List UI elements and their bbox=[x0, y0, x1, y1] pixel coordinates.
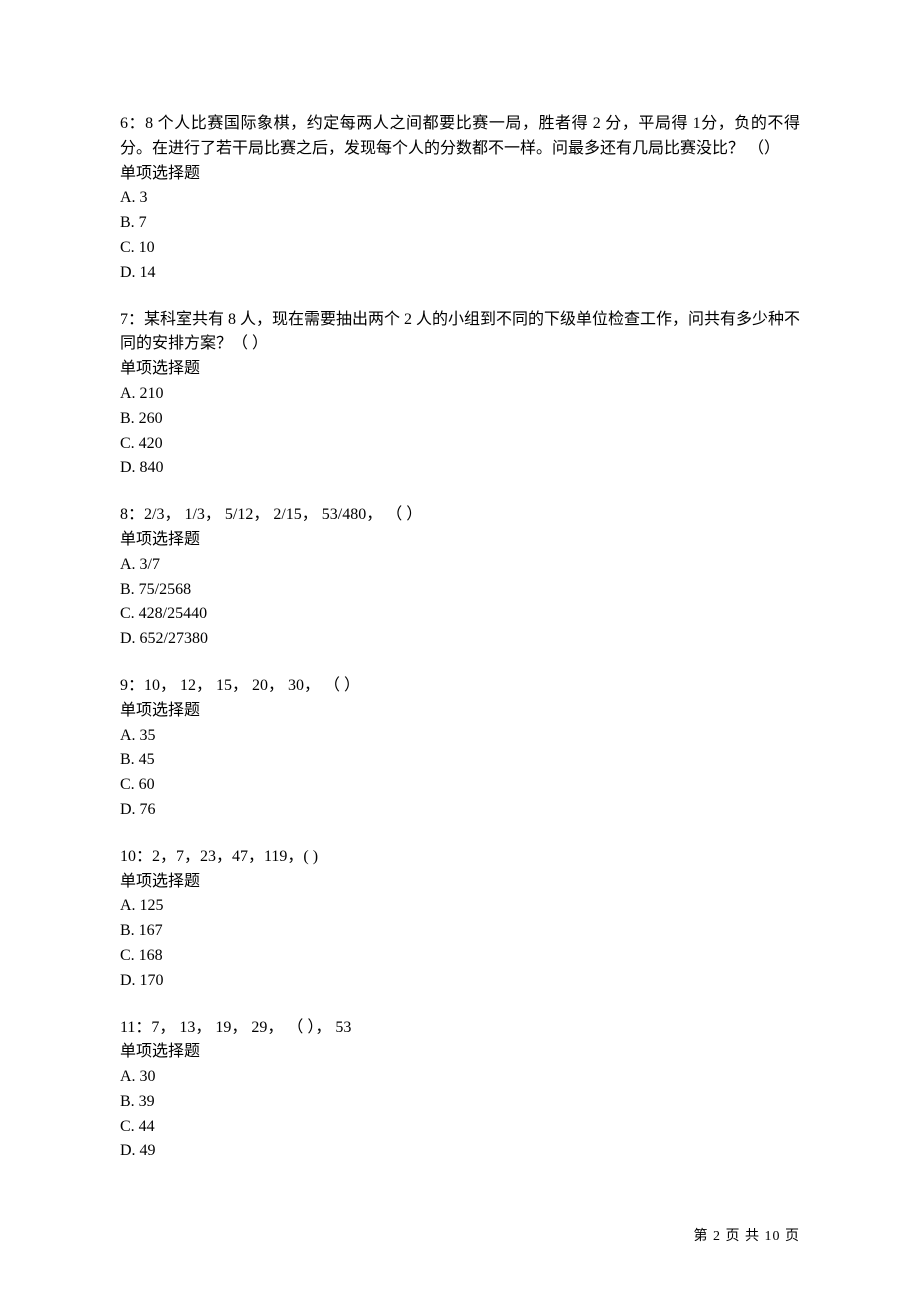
option-a: A. 125 bbox=[120, 894, 800, 919]
question-type: 单项选择题 bbox=[120, 870, 800, 895]
option-d: D. 170 bbox=[120, 969, 800, 994]
question-text: 10：2，7，23，47，119，( ) bbox=[120, 845, 800, 870]
question-11: 11：7， 13， 19， 29， （ ）， 53 单项选择题 A. 30 B.… bbox=[120, 1016, 800, 1165]
option-a: A. 3/7 bbox=[120, 553, 800, 578]
option-a: A. 3 bbox=[120, 186, 800, 211]
question-text: 9：10， 12， 15， 20， 30， （ ） bbox=[120, 674, 800, 699]
question-text: 7：某科室共有 8 人，现在需要抽出两个 2 人的小组到不同的下级单位检查工作，… bbox=[120, 308, 800, 358]
option-d: D. 652/27380 bbox=[120, 627, 800, 652]
page-footer: 第 2 页 共 10 页 bbox=[694, 1226, 801, 1248]
option-b: B. 167 bbox=[120, 919, 800, 944]
question-type: 单项选择题 bbox=[120, 528, 800, 553]
option-c: C. 44 bbox=[120, 1115, 800, 1140]
question-text: 8：2/3， 1/3， 5/12， 2/15， 53/480， （ ） bbox=[120, 503, 800, 528]
page-content: 6：8 个人比赛国际象棋，约定每两人之间都要比赛一局，胜者得 2 分，平局得 1… bbox=[0, 0, 920, 1302]
question-text: 6：8 个人比赛国际象棋，约定每两人之间都要比赛一局，胜者得 2 分，平局得 1… bbox=[120, 112, 800, 162]
option-c: C. 420 bbox=[120, 432, 800, 457]
question-type: 单项选择题 bbox=[120, 699, 800, 724]
question-type: 单项选择题 bbox=[120, 357, 800, 382]
question-8: 8：2/3， 1/3， 5/12， 2/15， 53/480， （ ） 单项选择… bbox=[120, 503, 800, 652]
option-c: C. 168 bbox=[120, 944, 800, 969]
option-a: A. 30 bbox=[120, 1065, 800, 1090]
question-type: 单项选择题 bbox=[120, 1040, 800, 1065]
option-b: B. 39 bbox=[120, 1090, 800, 1115]
option-c: C. 10 bbox=[120, 236, 800, 261]
option-d: D. 76 bbox=[120, 798, 800, 823]
option-c: C. 428/25440 bbox=[120, 602, 800, 627]
option-d: D. 840 bbox=[120, 456, 800, 481]
option-b: B. 45 bbox=[120, 748, 800, 773]
option-c: C. 60 bbox=[120, 773, 800, 798]
option-b: B. 75/2568 bbox=[120, 578, 800, 603]
option-a: A. 210 bbox=[120, 382, 800, 407]
option-d: D. 49 bbox=[120, 1139, 800, 1164]
question-9: 9：10， 12， 15， 20， 30， （ ） 单项选择题 A. 35 B.… bbox=[120, 674, 800, 823]
question-7: 7：某科室共有 8 人，现在需要抽出两个 2 人的小组到不同的下级单位检查工作，… bbox=[120, 308, 800, 482]
option-d: D. 14 bbox=[120, 261, 800, 286]
option-a: A. 35 bbox=[120, 724, 800, 749]
question-10: 10：2，7，23，47，119，( ) 单项选择题 A. 125 B. 167… bbox=[120, 845, 800, 994]
question-6: 6：8 个人比赛国际象棋，约定每两人之间都要比赛一局，胜者得 2 分，平局得 1… bbox=[120, 112, 800, 286]
question-text: 11：7， 13， 19， 29， （ ）， 53 bbox=[120, 1016, 800, 1041]
question-type: 单项选择题 bbox=[120, 162, 800, 187]
option-b: B. 260 bbox=[120, 407, 800, 432]
option-b: B. 7 bbox=[120, 211, 800, 236]
